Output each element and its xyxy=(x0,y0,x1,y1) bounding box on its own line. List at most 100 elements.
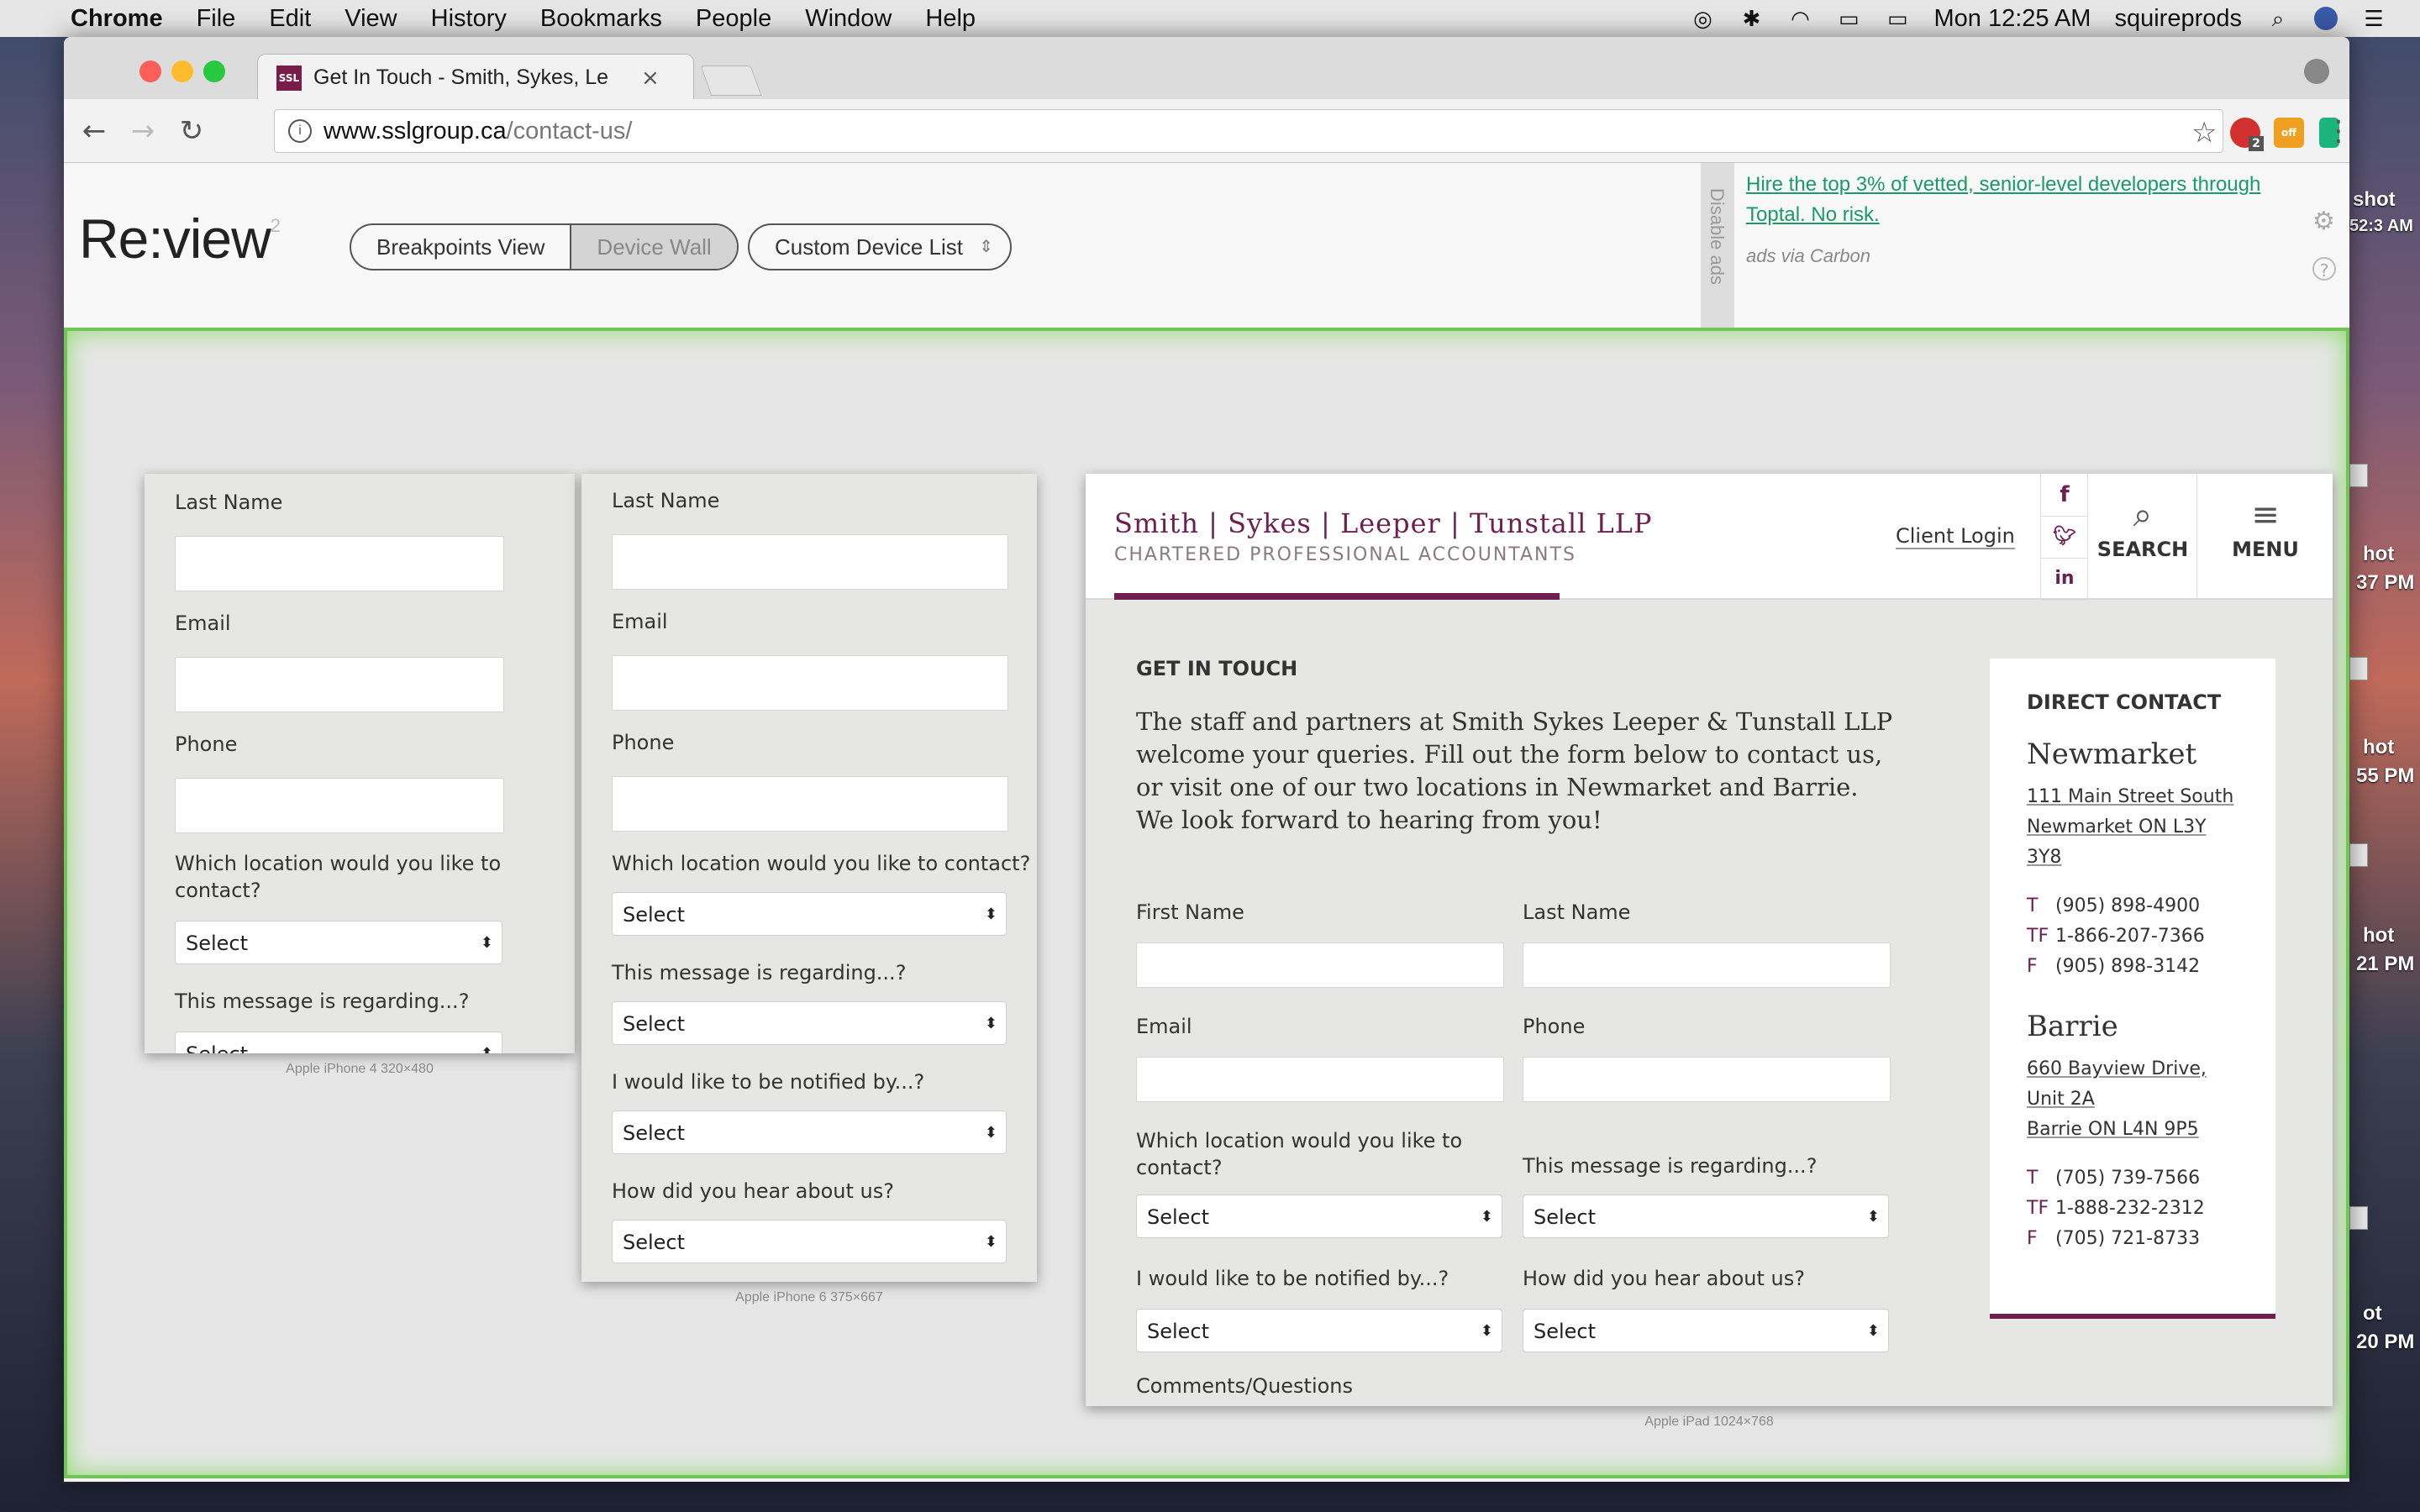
device-frame-ipad[interactable]: Smith | Sykes | Leeper | Tunstall LLP CH… xyxy=(1086,474,2333,1406)
menu-button[interactable]: ≡ MENU xyxy=(2196,474,2333,600)
barrie-address-line3[interactable]: Barrie ON L4N 9P5 xyxy=(2027,1119,2199,1140)
regarding-select[interactable]: Select ⬍ xyxy=(1523,1194,1889,1238)
menu-bookmarks[interactable]: Bookmarks xyxy=(540,5,662,33)
new-tab-button[interactable] xyxy=(700,66,762,96)
search-button[interactable]: ⌕ SEARCH xyxy=(2087,474,2197,600)
menu-view[interactable]: View xyxy=(345,5,397,33)
window-minimize-button[interactable] xyxy=(171,60,193,82)
desktop-file-icon[interactable] xyxy=(2349,464,2368,487)
spotlight-search-icon[interactable]: ⌕ xyxy=(2265,8,2291,29)
device-wall-button[interactable]: Device Wall xyxy=(570,225,737,269)
hear-label: How did you hear about us? xyxy=(1523,1267,1805,1290)
desktop-file-icon[interactable] xyxy=(2349,1206,2368,1230)
menu-app-name[interactable]: Chrome xyxy=(71,5,163,33)
email-input[interactable] xyxy=(612,655,1008,711)
notification-center-icon[interactable]: ☰ xyxy=(2361,8,2386,29)
client-login-link[interactable]: Client Login xyxy=(1896,524,2015,549)
last-name-input[interactable] xyxy=(175,536,504,591)
tab-close-icon[interactable]: × xyxy=(641,66,660,91)
newmarket-address-line2[interactable]: Newmarket ON L3Y xyxy=(2027,816,2207,837)
location-select[interactable]: Select ⬍ xyxy=(1136,1194,1502,1238)
desktop-file-icon[interactable] xyxy=(2349,843,2368,867)
email-label: Email xyxy=(612,610,668,633)
barrie-fax: F (705) 721-8733 xyxy=(2027,1228,2200,1249)
menubar-clock[interactable]: Mon 12:25 AM xyxy=(1933,5,2091,33)
barrie-address-line1[interactable]: 660 Bayview Drive, xyxy=(2027,1058,2207,1079)
wifi-icon[interactable]: ◠ xyxy=(1787,8,1812,29)
select-value: Select xyxy=(186,932,249,955)
help-icon[interactable]: ? xyxy=(2312,257,2336,281)
select-value: Select xyxy=(1534,1320,1597,1343)
menubar-user[interactable]: squireprods xyxy=(2114,5,2242,33)
location-select[interactable]: Select ⬍ xyxy=(175,921,502,964)
airplay-icon[interactable]: ▭ xyxy=(1836,8,1861,29)
profile-avatar-icon[interactable] xyxy=(2304,59,2329,84)
settings-gear-icon[interactable]: ⚙ xyxy=(2312,207,2335,236)
menu-people[interactable]: People xyxy=(696,5,771,33)
desktop-file-time: 52:3 AM xyxy=(2349,217,2413,235)
desktop-file-icon[interactable] xyxy=(2349,657,2368,680)
chrome-menu-icon[interactable]: ⋮ xyxy=(2324,114,2349,148)
select-value: Select xyxy=(1147,1205,1210,1229)
select-value: Select xyxy=(186,1042,248,1053)
facebook-icon[interactable]: f xyxy=(2040,474,2088,517)
newmarket-address-line1[interactable]: 111 Main Street South xyxy=(2027,786,2233,807)
desktop-file-label[interactable]: hot xyxy=(2363,736,2394,759)
menu-file[interactable]: File xyxy=(197,5,236,33)
email-input[interactable] xyxy=(175,657,504,712)
phone-input[interactable] xyxy=(612,776,1008,832)
window-zoom-button[interactable] xyxy=(203,60,225,82)
bluetooth-icon[interactable]: ✱ xyxy=(1739,8,1764,29)
location-select[interactable]: Select ⬍ xyxy=(612,892,1007,936)
select-value: Select xyxy=(1534,1205,1597,1229)
back-icon[interactable]: ← xyxy=(74,111,114,151)
linkedin-icon[interactable]: in xyxy=(2040,558,2088,601)
barrie-address-line2[interactable]: Unit 2A xyxy=(2027,1089,2095,1110)
device-frame-iphone6[interactable]: Last Name Email Phone Which location wou… xyxy=(581,474,1037,1282)
email-input[interactable] xyxy=(1136,1057,1504,1102)
device-frame-iphone4[interactable]: Last Name Email Phone Which location wou… xyxy=(145,474,575,1053)
regarding-select[interactable]: Select ⬍ xyxy=(175,1032,502,1053)
battery-icon[interactable]: ▭ xyxy=(1885,8,1910,29)
first-name-input[interactable] xyxy=(1136,942,1504,988)
siri-icon[interactable] xyxy=(2314,7,2338,30)
menu-window[interactable]: Window xyxy=(805,5,892,33)
newmarket-address-line3[interactable]: 3Y8 xyxy=(2027,847,2061,868)
menu-edit[interactable]: Edit xyxy=(269,5,311,33)
select-arrows-icon: ⬍ xyxy=(481,1032,493,1053)
address-bar[interactable]: i www.sslgroup.ca/contact-us/ xyxy=(274,109,2223,153)
notified-select[interactable]: Select ⬍ xyxy=(612,1110,1007,1154)
adblock-extension-icon[interactable]: 2 xyxy=(2230,118,2264,151)
notified-select[interactable]: Select ⬍ xyxy=(1136,1309,1502,1352)
phone-input[interactable] xyxy=(1523,1057,1891,1102)
desktop-file-label[interactable]: hot xyxy=(2363,924,2394,948)
hear-select[interactable]: Select ⬍ xyxy=(612,1220,1007,1263)
reload-icon[interactable]: ↻ xyxy=(171,111,212,151)
carbon-ad-link[interactable]: Hire the top 3% of vetted, senior-level … xyxy=(1746,170,2301,230)
forward-icon[interactable]: → xyxy=(123,111,163,151)
menu-help[interactable]: Help xyxy=(925,5,976,33)
regarding-select[interactable]: Select ⬍ xyxy=(612,1001,1007,1045)
firm-name[interactable]: Smith | Sykes | Leeper | Tunstall LLP xyxy=(1114,507,1653,539)
hear-select[interactable]: Select ⬍ xyxy=(1523,1309,1889,1352)
honey-extension-icon[interactable]: off xyxy=(2274,118,2304,148)
last-name-input[interactable] xyxy=(1523,942,1891,988)
review-logo-text: Re:view xyxy=(79,207,271,270)
breakpoints-view-button[interactable]: Breakpoints View xyxy=(351,225,570,269)
last-name-input[interactable] xyxy=(612,534,1008,590)
disable-ads-button[interactable]: Disable ads xyxy=(1701,163,1734,328)
twitter-icon[interactable]: 🐦︎ xyxy=(2040,516,2088,559)
tab-active[interactable]: SSL Get In Touch - Smith, Sykes, Le × xyxy=(257,54,694,101)
desktop-file-label[interactable]: ot xyxy=(2363,1302,2382,1326)
menu-history[interactable]: History xyxy=(431,5,507,33)
phone-input[interactable] xyxy=(175,778,504,833)
sync-status-icon[interactable]: ◎ xyxy=(1690,8,1715,29)
window-close-button[interactable] xyxy=(139,60,161,82)
tollfree-prefix: TF xyxy=(2027,1198,2049,1219)
carbon-ad-via[interactable]: ads via Carbon xyxy=(1746,245,1870,267)
desktop-file-label[interactable]: hot xyxy=(2363,543,2394,566)
bookmark-star-icon[interactable]: ☆ xyxy=(2191,116,2217,150)
custom-device-list-button[interactable]: Custom Device List ⇕ xyxy=(748,223,1012,270)
desktop-file-label[interactable]: shot xyxy=(2353,188,2396,212)
site-info-icon[interactable]: i xyxy=(288,119,312,143)
